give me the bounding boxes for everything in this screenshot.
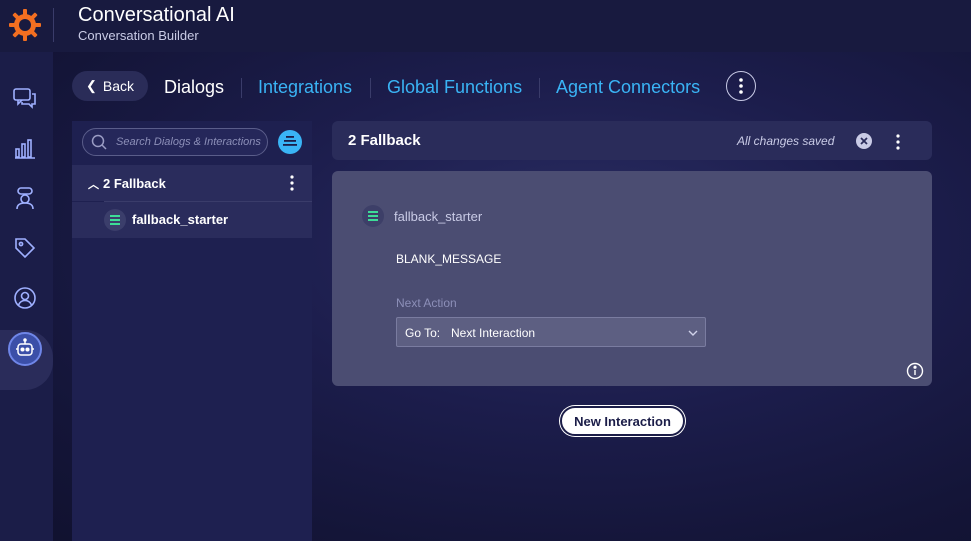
interaction-item[interactable]: fallback_starter [72,202,312,238]
app-subtitle: Conversation Builder [78,28,199,43]
close-icon[interactable] [856,133,872,149]
new-interaction-button[interactable]: New Interaction [560,406,685,436]
tab-separator [539,78,540,98]
dialog-group-label: ︿ 2 Fallback [88,176,166,191]
messaging-icon[interactable] [12,85,38,111]
topbar-divider [53,8,54,42]
text-message-icon [104,209,126,231]
select-prefix: Go To: [405,326,441,340]
tab-agent-connectors[interactable]: Agent Connectors [556,77,700,98]
tags-icon[interactable] [12,235,38,261]
filter-icon [283,136,297,146]
dialog-header: 2 Fallback All changes saved [332,121,932,160]
chevron-left-icon: ❮ [85,78,97,93]
chevron-down-icon [688,330,698,336]
search-input[interactable]: Search Dialogs & Interactions [82,128,268,156]
more-vertical-icon[interactable] [892,133,904,151]
tab-dialogs[interactable]: Dialogs [164,77,224,98]
search-placeholder: Search Dialogs & Interactions [116,136,261,148]
dialog-group-row[interactable]: ︿ 2 Fallback [72,165,312,201]
interaction-message[interactable]: BLANK_MESSAGE [396,252,501,266]
interaction-item-label: fallback_starter [132,212,229,227]
back-button[interactable]: ❮ Back [72,71,148,101]
text-message-icon [362,205,384,227]
tab-global-functions[interactable]: Global Functions [387,77,522,98]
sun-gear-logo-icon[interactable] [8,8,42,42]
interaction-card[interactable]: fallback_starter BLANK_MESSAGE Next Acti… [332,171,932,386]
top-bar: Conversational AI Conversation Builder [0,0,971,52]
more-options-button[interactable] [726,71,756,101]
interaction-name: fallback_starter [394,209,483,224]
dialogs-sidebar: Search Dialogs & Interactions ︿ 2 Fallbac… [72,121,312,541]
left-nav [0,52,53,541]
more-vertical-icon[interactable] [286,174,298,192]
select-value: Next Interaction [451,326,536,340]
bot-icon[interactable] [8,332,42,366]
next-action-select[interactable]: Go To: Next Interaction [396,317,706,347]
profile-icon[interactable] [12,285,38,311]
analytics-icon[interactable] [12,135,38,161]
tab-separator [241,78,242,98]
back-button-label: Back [102,78,135,94]
chevron-up-icon: ︿ [88,179,99,191]
tab-integrations[interactable]: Integrations [258,77,352,98]
next-action-label: Next Action [396,296,457,310]
filter-button[interactable] [278,130,302,154]
more-vertical-icon [739,78,743,94]
search-icon [91,134,107,150]
app-title: Conversational AI [78,4,235,26]
save-status: All changes saved [737,134,835,148]
info-icon[interactable] [906,362,924,380]
agent-icon[interactable] [12,185,38,211]
tab-separator [370,78,371,98]
dialog-title: 2 Fallback [348,132,421,149]
